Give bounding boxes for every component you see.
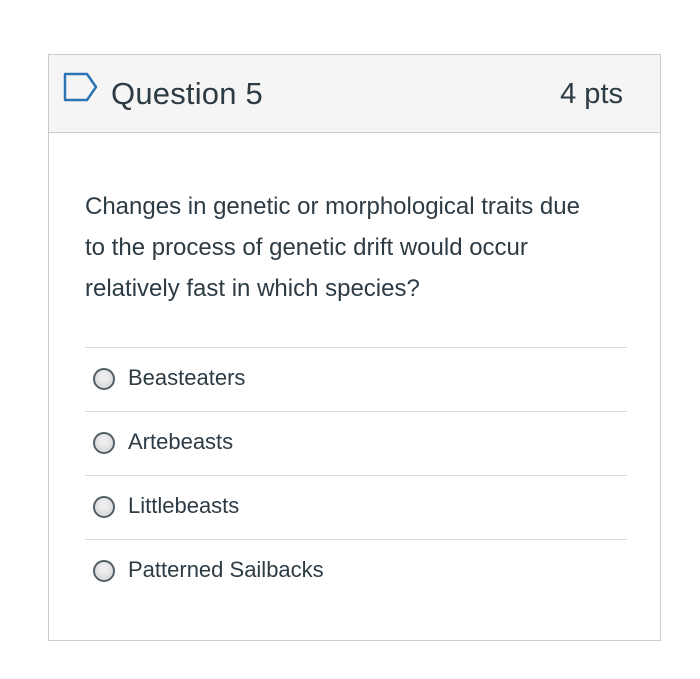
answer-option[interactable]: Beasteaters [85, 347, 627, 411]
question-title: Question 5 [111, 76, 263, 111]
answer-option[interactable]: Littlebeasts [85, 475, 627, 539]
question-text: Changes in genetic or morphological trai… [85, 193, 580, 302]
question-points: 4 pts [560, 78, 623, 110]
radio-button[interactable] [93, 368, 115, 390]
answer-option[interactable]: Artebeasts [85, 411, 627, 475]
radio-button[interactable] [93, 432, 115, 454]
answer-option[interactable]: Patterned Sailbacks [85, 539, 627, 605]
question-card: Question 5 4 pts Changes in genetic or m… [48, 54, 661, 641]
answer-label: Artebeasts [128, 429, 234, 454]
answer-list: Beasteaters Artebeasts Littlebeasts Patt… [85, 347, 627, 605]
answer-label: Patterned Sailbacks [128, 557, 324, 582]
answer-label: Beasteaters [128, 365, 246, 390]
radio-button[interactable] [93, 560, 115, 582]
flag-question-icon[interactable] [63, 72, 99, 102]
answer-label: Littlebeasts [128, 493, 240, 518]
question-header: Question 5 4 pts [49, 55, 660, 133]
radio-button[interactable] [93, 496, 115, 518]
